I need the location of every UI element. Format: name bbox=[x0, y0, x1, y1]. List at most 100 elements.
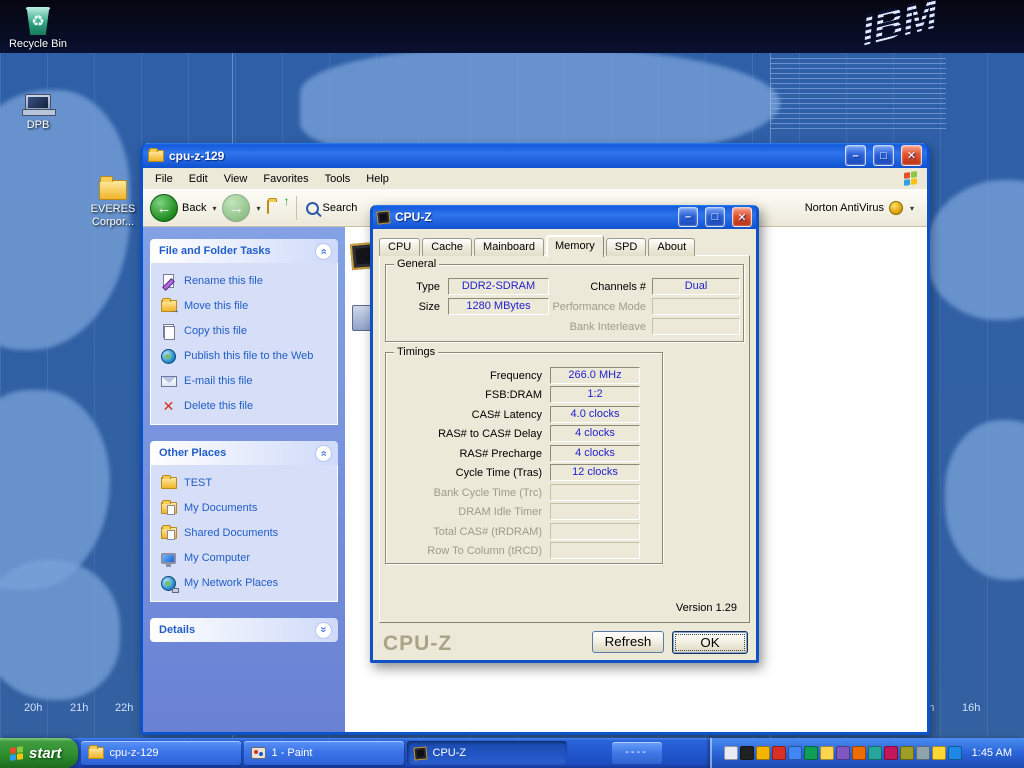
folder-icon bbox=[160, 475, 177, 491]
general-row: Type DDR2-SDRAM bbox=[394, 278, 549, 295]
email-icon bbox=[160, 373, 177, 389]
other-places-header[interactable]: Other Places « bbox=[150, 441, 338, 465]
back-button[interactable]: ← bbox=[150, 194, 178, 222]
copy-icon bbox=[160, 323, 177, 339]
details-header[interactable]: Details « bbox=[150, 618, 338, 642]
place-label: My Network Places bbox=[184, 577, 278, 589]
window-title: cpu-z-129 bbox=[169, 149, 224, 163]
file-tasks-header[interactable]: File and Folder Tasks « bbox=[150, 239, 338, 263]
tray-icon[interactable] bbox=[868, 746, 882, 760]
search-icon[interactable] bbox=[306, 202, 319, 215]
tray-icon[interactable] bbox=[756, 746, 770, 760]
norton-dropdown-icon[interactable]: ▾ bbox=[910, 204, 914, 213]
taskbar-button-label: cpu-z-129 bbox=[110, 747, 159, 759]
desktop-icon-recycle-bin[interactable]: ♻ Recycle Bin bbox=[0, 3, 76, 51]
tray-icon[interactable] bbox=[836, 746, 850, 760]
task-copy-file[interactable]: Copy this file bbox=[160, 323, 331, 339]
tray-icon[interactable] bbox=[788, 746, 802, 760]
tray-icon[interactable] bbox=[852, 746, 866, 760]
forward-dropdown-icon[interactable]: ▾ bbox=[256, 204, 260, 213]
folder-icon bbox=[267, 200, 269, 214]
menu-tools[interactable]: Tools bbox=[317, 170, 359, 188]
back-dropdown-icon[interactable]: ▾ bbox=[212, 204, 216, 213]
menu-favorites[interactable]: Favorites bbox=[255, 170, 316, 188]
task-email-file[interactable]: E-mail this file bbox=[160, 373, 331, 389]
taskbar-button-cpuz[interactable]: CPU-Z bbox=[407, 741, 567, 765]
place-test[interactable]: TEST bbox=[160, 475, 331, 491]
timing-row: Row To Column (tRCD) bbox=[392, 542, 640, 559]
cpuz-titlebar[interactable]: CPU-Z – □ ✕ bbox=[373, 205, 756, 229]
minimize-button[interactable]: – bbox=[845, 145, 866, 166]
taskbar-button-minimized[interactable]: ---- bbox=[612, 742, 662, 764]
place-my-network[interactable]: My Network Places bbox=[160, 575, 331, 591]
task-rename-file[interactable]: Rename this file bbox=[160, 273, 331, 289]
norton-antivirus-control[interactable]: Norton AntiVirus ▾ bbox=[805, 201, 920, 215]
tab-cpu[interactable]: CPU bbox=[379, 238, 420, 256]
timezone-label: 22h bbox=[115, 702, 133, 714]
place-my-documents[interactable]: My Documents bbox=[160, 500, 331, 516]
tab-cache[interactable]: Cache bbox=[422, 238, 472, 256]
timing-row: Total CAS# (tRDRAM) bbox=[392, 523, 640, 540]
task-label: Publish this file to the Web bbox=[184, 350, 313, 362]
tray-icon[interactable] bbox=[724, 746, 738, 760]
ok-button[interactable]: OK bbox=[672, 631, 748, 654]
general-row: Performance Mode bbox=[536, 298, 740, 315]
minimize-button[interactable]: – bbox=[678, 207, 698, 227]
chevron-up-icon[interactable]: « bbox=[315, 445, 332, 462]
taskbar-button-explorer[interactable]: cpu-z-129 bbox=[81, 741, 241, 765]
task-delete-file[interactable]: ✕ Delete this file bbox=[160, 398, 331, 414]
close-button[interactable]: ✕ bbox=[901, 145, 922, 166]
task-label: Move this file bbox=[184, 300, 248, 312]
timing-row: RAS# Precharge 4 clocks bbox=[392, 445, 640, 462]
chevron-up-icon[interactable]: « bbox=[315, 243, 332, 260]
taskbar-button-label: CPU-Z bbox=[433, 747, 467, 759]
tray-icon[interactable] bbox=[900, 746, 914, 760]
tray-icon[interactable] bbox=[884, 746, 898, 760]
frequency-value: 266.0 MHz bbox=[550, 367, 640, 384]
close-button[interactable]: ✕ bbox=[732, 207, 752, 227]
task-publish-file[interactable]: Publish this file to the Web bbox=[160, 348, 331, 364]
ras-precharge-value: 4 clocks bbox=[550, 445, 640, 462]
chevron-down-icon[interactable]: « bbox=[315, 622, 332, 639]
desktop-icon-label: Recycle Bin bbox=[0, 38, 76, 51]
task-move-file[interactable]: → Move this file bbox=[160, 298, 331, 314]
general-row: Channels # Dual bbox=[536, 278, 740, 295]
tab-about[interactable]: About bbox=[648, 238, 695, 256]
tray-icon[interactable] bbox=[740, 746, 754, 760]
start-button[interactable]: start bbox=[0, 738, 78, 768]
timing-row: Frequency 266.0 MHz bbox=[392, 367, 640, 384]
timezone-label: 21h bbox=[70, 702, 88, 714]
up-button[interactable]: ↑ bbox=[267, 201, 287, 216]
menu-view[interactable]: View bbox=[216, 170, 256, 188]
menu-edit[interactable]: Edit bbox=[181, 170, 216, 188]
row-to-column-value bbox=[550, 542, 640, 559]
taskbar-button-paint[interactable]: 1 - Paint bbox=[244, 741, 404, 765]
tray-icon[interactable] bbox=[804, 746, 818, 760]
tab-mainboard[interactable]: Mainboard bbox=[474, 238, 544, 256]
tray-icon[interactable] bbox=[916, 746, 930, 760]
menu-file[interactable]: File bbox=[147, 170, 181, 188]
cpuz-tabs: CPU Cache Mainboard Memory SPD About bbox=[379, 234, 697, 256]
dram-idle-timer-value bbox=[550, 503, 640, 520]
desktop-icon-dpb[interactable]: DPB bbox=[0, 84, 76, 132]
forward-button[interactable]: → bbox=[222, 194, 250, 222]
bank-interleave-value bbox=[652, 318, 740, 335]
maximize-button[interactable]: □ bbox=[873, 145, 894, 166]
timing-row: DRAM Idle Timer bbox=[392, 503, 640, 520]
tray-icon[interactable] bbox=[932, 746, 946, 760]
tray-icon[interactable] bbox=[772, 746, 786, 760]
menu-help[interactable]: Help bbox=[358, 170, 397, 188]
place-label: TEST bbox=[184, 477, 212, 489]
explorer-titlebar[interactable]: cpu-z-129 – □ ✕ bbox=[143, 143, 927, 168]
tab-spd[interactable]: SPD bbox=[606, 238, 647, 256]
tray-icon[interactable] bbox=[948, 746, 962, 760]
tab-memory[interactable]: Memory bbox=[546, 235, 604, 257]
task-label: Copy this file bbox=[184, 325, 247, 337]
place-shared-documents[interactable]: Shared Documents bbox=[160, 525, 331, 541]
refresh-button[interactable]: Refresh bbox=[592, 631, 664, 653]
cycle-time-value: 12 clocks bbox=[550, 464, 640, 481]
tray-icon[interactable] bbox=[820, 746, 834, 760]
place-my-computer[interactable]: My Computer bbox=[160, 550, 331, 566]
move-icon: → bbox=[160, 298, 177, 314]
maximize-button[interactable]: □ bbox=[705, 207, 725, 227]
